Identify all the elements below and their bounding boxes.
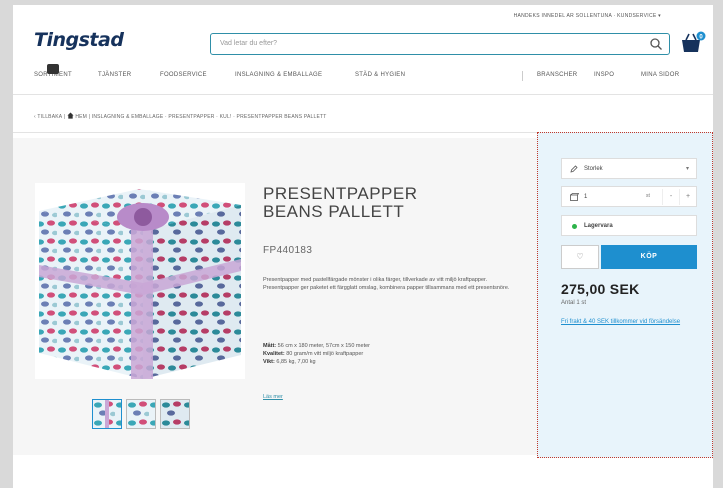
product-title-line1: PRESENTPAPPER xyxy=(263,184,418,203)
breadcrumb: ‹ TILLBAKA | HEM | INSLAGNING & EMBALLAG… xyxy=(34,112,327,120)
nav-item-stad-hygien[interactable]: STÄD & HYGIEN xyxy=(355,72,405,78)
product-title-line2: BEANS PALLETT xyxy=(263,202,405,221)
heart-icon: ♡ xyxy=(576,252,584,261)
read-more-link[interactable]: Läs mer xyxy=(263,394,283,400)
breadcrumb-back[interactable]: ‹ TILLBAKA xyxy=(34,114,62,120)
search-icon[interactable] xyxy=(649,37,663,51)
nav-item-inslagning[interactable]: INSLAGNING & EMBALLAGE xyxy=(235,72,322,78)
nav-divider-line xyxy=(13,94,713,95)
page: HANDEKS INNEDEL AR SOLLENTUNA · KUNDSERV… xyxy=(13,5,713,488)
product-sku: FP440183 xyxy=(263,245,313,256)
home-icon[interactable] xyxy=(67,112,74,119)
search-bar[interactable]: Vad letar du efter? xyxy=(210,33,670,55)
nav-item-branscher[interactable]: BRANSCHER xyxy=(537,72,577,78)
nav-item-tjanster[interactable]: TJÄNSTER xyxy=(98,72,131,78)
nav-item-inspo[interactable]: INSPO xyxy=(594,72,614,78)
logo[interactable]: Tingstad xyxy=(34,29,124,51)
box-icon xyxy=(570,193,579,201)
spec-quality: 80 gram/m vitt miljö kraftpapper xyxy=(286,351,364,357)
main-nav: SORTIMENT TJÄNSTER FOODSERVICE INSLAGNIN… xyxy=(13,71,713,86)
product-title: PRESENTPAPPER BEANS PALLETT xyxy=(263,185,418,221)
product-image[interactable] xyxy=(35,183,245,379)
thumbnail[interactable] xyxy=(126,399,156,429)
pencil-icon xyxy=(570,165,578,173)
stock-indicator-dot xyxy=(572,224,577,229)
stock-status-label: Lagervara xyxy=(584,223,613,229)
quantity-unit: st xyxy=(646,193,650,199)
spec-size: 56 cm x 180 meter, 57cm x 150 meter xyxy=(277,343,370,349)
nav-item-foodservice[interactable]: FOODSERVICE xyxy=(160,72,207,78)
product-description: Presentpapper med pastellfärgade mönster… xyxy=(263,277,510,291)
size-select-value: Storlek xyxy=(584,166,603,172)
top-links[interactable]: HANDEKS INNEDEL AR SOLLENTUNA · KUNDSERV… xyxy=(514,13,661,19)
nav-item-mina-sidor[interactable]: MINA SIDOR xyxy=(641,72,679,78)
spec-weight: 6,85 kg, 7,00 kg xyxy=(276,359,316,365)
quantity-minus-button[interactable]: - xyxy=(662,189,679,205)
price: 275,00 SEK xyxy=(561,281,640,297)
breadcrumb-path[interactable]: INSLAGNING & EMBALLAGE · PRESENTPAPPER ·… xyxy=(92,114,327,120)
quantity-input[interactable]: 1 xyxy=(584,194,587,200)
freight-info-link[interactable]: Fri frakt & 40 SEK tillkommer vid försän… xyxy=(561,318,701,326)
camera-icon[interactable] xyxy=(47,64,59,74)
chevron-down-icon: ▾ xyxy=(685,166,689,172)
nav-divider xyxy=(522,71,523,81)
favorite-button[interactable]: ♡ xyxy=(561,245,599,269)
stock-status: Lagervara xyxy=(561,215,697,236)
quantity-plus-button[interactable]: + xyxy=(679,189,696,205)
price-note: Antal 1 st xyxy=(561,300,587,306)
spec-size-label: Mått: xyxy=(263,343,277,349)
quantity-stepper[interactable]: 1 st - + xyxy=(561,186,697,207)
search-input[interactable]: Vad letar du efter? xyxy=(220,40,277,47)
breadcrumb-home[interactable]: HEM xyxy=(75,114,87,120)
spec-quality-label: Kvalitet: xyxy=(263,351,285,357)
spec-weight-label: Vikt: xyxy=(263,359,275,365)
buy-box: Storlek ▾ 1 st - + Lagervara ♡ KÖP 275,0… xyxy=(537,132,713,458)
thumbnail[interactable] xyxy=(160,399,190,429)
product-specs: Mått: 56 cm x 180 meter, 57cm x 150 mete… xyxy=(263,342,513,366)
cart-icon[interactable]: 0 xyxy=(680,31,706,55)
size-select[interactable]: Storlek ▾ xyxy=(561,158,697,179)
buy-button[interactable]: KÖP xyxy=(601,245,697,269)
thumbnail[interactable] xyxy=(92,399,122,429)
